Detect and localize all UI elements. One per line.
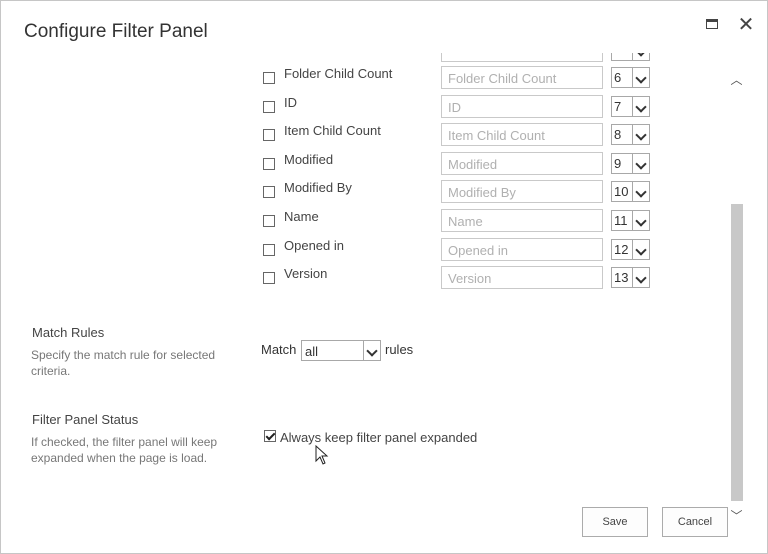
display-name-input[interactable]: Folder Child Count (441, 66, 603, 89)
keep-expanded-label[interactable]: Always keep filter panel expanded (280, 430, 477, 445)
order-select[interactable]: 11 (611, 210, 650, 231)
save-button[interactable]: Save (582, 507, 648, 537)
mouse-pointer-icon (315, 445, 329, 465)
field-label: Modified (284, 152, 334, 167)
chevron-down-icon (632, 240, 649, 259)
display-name-input[interactable]: Opened in (441, 238, 603, 261)
order-select[interactable] (611, 53, 650, 61)
field-label: Modified By (284, 180, 352, 195)
field-checkbox[interactable] (263, 72, 275, 84)
cancel-button[interactable]: Cancel (662, 507, 728, 537)
field-label: ID (284, 95, 297, 110)
display-name-input[interactable]: Item Child Count (441, 123, 603, 146)
display-name-input[interactable]: Modified (441, 152, 603, 175)
order-value: 7 (614, 99, 622, 114)
field-label: Folder Child Count (284, 66, 393, 81)
display-name-input[interactable]: Modified By (441, 180, 603, 203)
chevron-down-icon (632, 68, 649, 87)
chevron-down-icon (363, 341, 380, 360)
filter-panel-status-title: Filter Panel Status (32, 412, 139, 427)
maximize-icon[interactable] (703, 15, 723, 35)
vertical-scrollbar[interactable]: ︿ ﹀ (729, 61, 744, 531)
order-select[interactable]: 13 (611, 267, 650, 288)
field-checkbox[interactable] (263, 158, 275, 170)
order-select[interactable]: 7 (611, 96, 650, 117)
match-rule-select[interactable]: all (301, 340, 381, 361)
display-name-input[interactable]: Version (441, 266, 603, 289)
field-label: Version (284, 266, 328, 281)
order-select[interactable]: 10 (611, 181, 650, 202)
order-select[interactable]: 8 (611, 124, 650, 145)
keep-expanded-checkbox[interactable] (264, 430, 276, 442)
scroll-up-icon[interactable]: ︿ (729, 71, 744, 87)
filter-panel-status-description: If checked, the filter panel will keep e… (31, 435, 218, 465)
display-name-input[interactable] (441, 53, 603, 62)
match-rules-description: Specify the match rule for selected crit… (31, 348, 216, 378)
chevron-down-icon (632, 53, 649, 60)
display-name-input[interactable]: Name (441, 209, 603, 232)
field-checkbox[interactable] (263, 244, 275, 256)
order-value: 10 (614, 184, 629, 199)
match-rules-title: Match Rules (32, 325, 105, 340)
scroll-thumb[interactable] (731, 204, 743, 501)
match-rule-value: all (305, 344, 319, 359)
chevron-down-icon (632, 154, 649, 173)
field-checkbox[interactable] (263, 272, 275, 284)
order-value: 12 (614, 242, 629, 257)
scroll-down-icon[interactable]: ﹀ (729, 507, 744, 523)
field-label: Opened in (284, 238, 344, 253)
field-checkbox[interactable] (263, 129, 275, 141)
match-suffix-label: rules (385, 342, 414, 357)
order-value: 8 (614, 127, 622, 142)
chevron-down-icon (632, 211, 649, 230)
chevron-down-icon (632, 268, 649, 287)
order-select[interactable]: 9 (611, 153, 650, 174)
chevron-down-icon (632, 125, 649, 144)
configure-filter-panel-dialog: Configure Filter Panel ✕ Folder Child Co… (0, 0, 768, 554)
chevron-down-icon (632, 182, 649, 201)
field-label: Item Child Count (284, 123, 381, 138)
order-select[interactable]: 12 (611, 239, 650, 260)
close-icon[interactable]: ✕ (736, 15, 756, 35)
field-checkbox[interactable] (263, 215, 275, 227)
display-name-input[interactable]: ID (441, 95, 603, 118)
match-prefix-label: Match (261, 342, 297, 357)
order-value: 9 (614, 156, 622, 171)
order-value: 13 (614, 270, 629, 285)
order-value: 6 (614, 70, 622, 85)
dialog-title: Configure Filter Panel (24, 21, 208, 42)
order-select[interactable]: 6 (611, 67, 650, 88)
order-value: 11 (614, 213, 628, 228)
field-checkbox[interactable] (263, 101, 275, 113)
chevron-down-icon (632, 97, 649, 116)
field-label: Name (284, 209, 319, 224)
field-checkbox[interactable] (263, 186, 275, 198)
